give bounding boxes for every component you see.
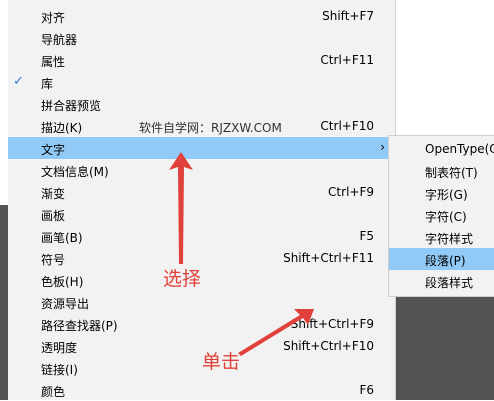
submenu-item-paragraph[interactable]: 段落(P) (389, 248, 494, 270)
menu-item-label: 链接(I) (41, 363, 78, 377)
menu-item-document-info[interactable]: 文档信息(M) (8, 159, 395, 181)
menu-item-gradient[interactable]: 渐变 Ctrl+F9 (8, 181, 395, 203)
diagonal-arrow-icon (238, 309, 314, 356)
menu-item-shortcut: F5 (359, 229, 374, 243)
submenu-item-label: 段落(P) (425, 254, 466, 268)
canvas-background-right (396, 292, 494, 400)
menu-item-brushes[interactable]: 画笔(B) F5 (8, 225, 395, 247)
menu-item-label: 属性 (41, 55, 66, 69)
submenu-item-paragraph-styles[interactable]: 段落样式 (389, 270, 494, 292)
menu-item-artboards[interactable]: 画板 (8, 203, 395, 225)
submenu-item-label: 制表符(T) (425, 166, 478, 180)
submenu-item-label: 字形(G) (425, 188, 468, 202)
menu-item-shortcut: Shift+Ctrl+F11 (283, 251, 374, 265)
menu-item-properties[interactable]: 属性 Ctrl+F11 (8, 49, 395, 71)
menu-item-label: 描边(K) (41, 121, 83, 135)
submenu-item-character-styles[interactable]: 字符样式 (389, 226, 494, 248)
checkmark-icon: ✓ (13, 74, 24, 89)
menu-item-align[interactable]: 对齐 Shift+F7 (8, 5, 395, 27)
submenu-item-tabs[interactable]: 制表符(T) (389, 160, 494, 182)
submenu-item-label: 字符样式 (425, 232, 474, 246)
menu-item-stroke[interactable]: 描边(K) 软件自学网：RJZXW.COM Ctrl+F10 (8, 115, 395, 137)
menu-item-label: 对齐 (41, 11, 66, 25)
menu-item-pathfinder[interactable]: 路径查找器(P) Shift+Ctrl+F9 (8, 313, 395, 335)
menu-item-shortcut: Ctrl+F10 (320, 119, 374, 133)
watermark-text: 软件自学网：RJZXW.COM (139, 121, 282, 135)
window-menu: 对齐 Shift+F7 导航器 属性 Ctrl+F11 ✓ 库 拼合器预览 描边… (8, 0, 396, 400)
menu-item-label: 渐变 (41, 187, 66, 201)
menu-item-label: 颜色 (41, 385, 66, 399)
submenu-item-label: 字符(C) (425, 210, 467, 224)
menu-item-navigator[interactable]: 导航器 (8, 27, 395, 49)
type-submenu: OpenType(O) 制表符(T) 字形(G) 字符(C) 字符样式 段落(P… (388, 135, 494, 297)
menu-item-label: 透明度 (41, 341, 78, 355)
submenu-arrow-icon: › (380, 140, 385, 154)
canvas-background-left (0, 205, 8, 400)
annotation-select: 选择 (163, 268, 202, 290)
menu-item-color[interactable]: 颜色 F6 (8, 379, 395, 401)
submenu-item-character[interactable]: 字符(C) (389, 204, 494, 226)
submenu-item-opentype[interactable]: OpenType(O) (389, 138, 494, 160)
menu-item-label: 画板 (41, 209, 66, 223)
menu-item-label: 色板(H) (41, 275, 84, 289)
menu-item-shortcut: Shift+F7 (322, 9, 374, 23)
menu-item-label: 路径查找器(P) (41, 319, 118, 333)
up-arrow-icon (169, 152, 193, 264)
menu-item-swatches[interactable]: 色板(H) (8, 269, 395, 291)
menu-item-label: 符号 (41, 253, 66, 267)
menu-item-label: 资源导出 (41, 297, 90, 311)
submenu-item-label: 段落样式 (425, 276, 474, 290)
menu-item-type[interactable]: 文字 › (8, 137, 395, 159)
menu-item-flattener-preview[interactable]: 拼合器预览 (8, 93, 395, 115)
menu-item-shortcut: F6 (359, 383, 374, 397)
menu-item-label: 文字 (41, 143, 66, 157)
menu-item-asset-export[interactable]: 资源导出 (8, 291, 395, 313)
submenu-item-label: OpenType(O) (425, 142, 494, 156)
menu-item-symbols[interactable]: 符号 Shift+Ctrl+F11 (8, 247, 395, 269)
submenu-item-glyphs[interactable]: 字形(G) (389, 182, 494, 204)
menu-item-shortcut: Ctrl+F11 (320, 53, 374, 67)
menu-item-label: 画笔(B) (41, 231, 83, 245)
menu-item-libraries[interactable]: ✓ 库 (8, 71, 395, 93)
menu-item-label: 拼合器预览 (41, 99, 102, 113)
menu-item-label: 导航器 (41, 33, 78, 47)
menu-item-label: 文档信息(M) (41, 165, 109, 179)
menu-item-shortcut: Ctrl+F9 (328, 185, 374, 199)
menu-item-label: 库 (41, 77, 54, 91)
annotation-click: 单击 (202, 351, 241, 373)
